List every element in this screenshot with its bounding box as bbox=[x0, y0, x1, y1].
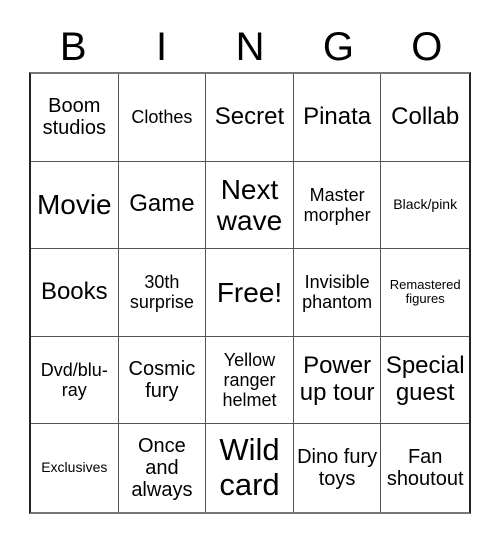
bingo-header: B I N G O bbox=[29, 22, 471, 72]
bingo-cell[interactable]: Remastered figures bbox=[381, 249, 469, 337]
bingo-cell[interactable]: Power up tour bbox=[293, 336, 382, 425]
free-space[interactable]: Free! bbox=[206, 249, 294, 337]
bingo-cell[interactable]: Wild card bbox=[206, 424, 294, 512]
header-letter-g: G bbox=[322, 25, 354, 69]
bingo-cell[interactable]: Collab bbox=[381, 74, 469, 162]
bingo-grid: Boom studios Clothes Secret Pinata Colla… bbox=[29, 72, 471, 514]
bingo-cell[interactable]: Fan shoutout bbox=[381, 424, 469, 512]
bingo-cell[interactable]: Yellow ranger helmet bbox=[206, 336, 294, 425]
bingo-cell[interactable]: Invisible phantom bbox=[293, 249, 382, 337]
header-letter-o: O bbox=[411, 25, 443, 69]
bingo-cell[interactable]: Cosmic fury bbox=[118, 336, 207, 425]
bingo-cell[interactable]: Clothes bbox=[118, 74, 207, 162]
bingo-cell[interactable]: Black/pink bbox=[381, 162, 469, 250]
header-letter-b: B bbox=[59, 25, 87, 69]
bingo-cell[interactable]: 30th surprise bbox=[118, 249, 207, 337]
bingo-cell[interactable]: Movie bbox=[31, 161, 119, 250]
bingo-cell[interactable]: Pinata bbox=[293, 74, 382, 162]
bingo-cell[interactable]: Special guest bbox=[381, 337, 469, 425]
bingo-cell[interactable]: Master morpher bbox=[293, 161, 382, 250]
bingo-cell[interactable]: Exclusives bbox=[31, 424, 119, 512]
bingo-cell[interactable]: Next wave bbox=[206, 161, 294, 250]
header-letter-i: I bbox=[156, 25, 168, 69]
bingo-cell[interactable]: Dino fury toys bbox=[294, 424, 382, 512]
bingo-cell[interactable]: Books bbox=[31, 249, 119, 337]
header-letter-n: N bbox=[235, 25, 265, 69]
bingo-cell[interactable]: Dvd/blu-ray bbox=[31, 336, 119, 425]
bingo-cell[interactable]: Once and always bbox=[119, 424, 207, 512]
bingo-cell[interactable]: Secret bbox=[206, 74, 294, 162]
bingo-cell[interactable]: Game bbox=[118, 161, 207, 250]
bingo-cell[interactable]: Boom studios bbox=[31, 74, 119, 162]
